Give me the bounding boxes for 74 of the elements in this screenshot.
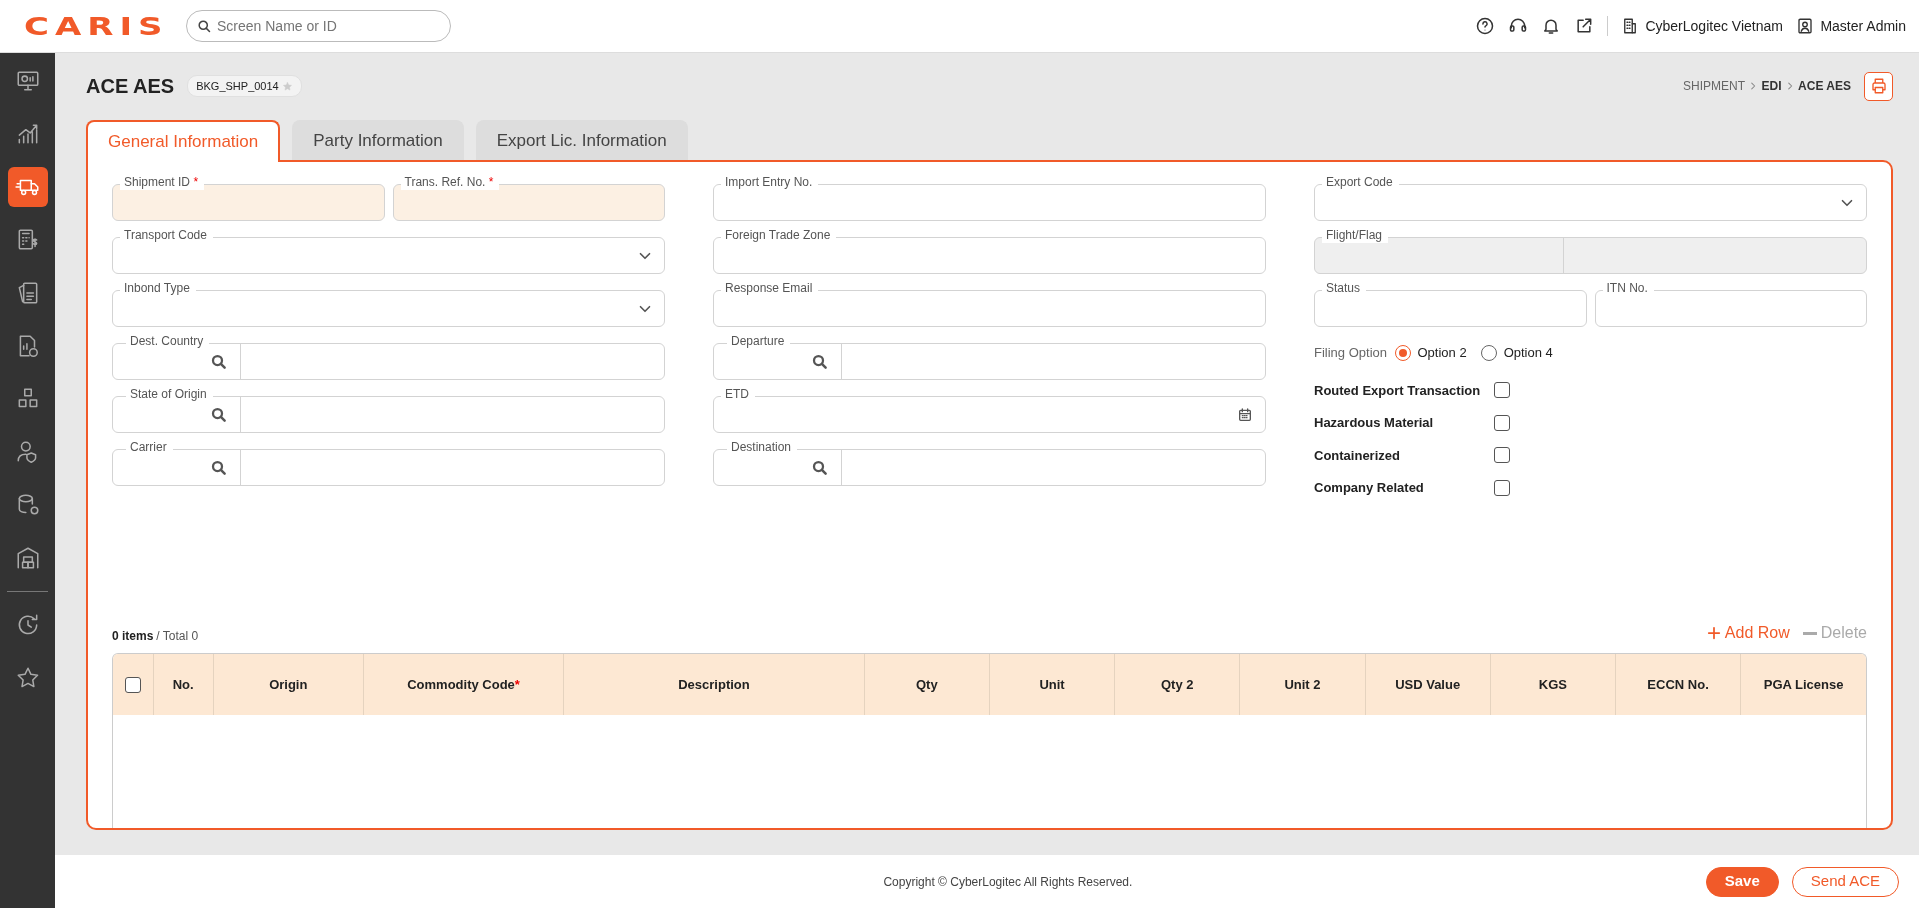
checkbox-label: Routed Export Transaction — [1314, 381, 1482, 400]
star-icon[interactable] — [282, 80, 293, 92]
field-label: Departure — [727, 333, 791, 349]
search-icon[interactable] — [210, 352, 228, 371]
page-title: ACE AES — [86, 74, 175, 99]
user-name: Master Admin — [1820, 16, 1906, 36]
printer-icon — [1869, 77, 1888, 95]
radio-option[interactable]: Option 2 — [1395, 343, 1467, 363]
field-label: Response Email — [721, 280, 819, 296]
column-header[interactable]: USD Value — [1395, 676, 1461, 692]
select-all-checkbox[interactable] — [124, 677, 141, 694]
checkbox[interactable] — [1494, 414, 1510, 431]
field-label: State of Origin — [126, 386, 213, 402]
company-selector[interactable]: CyberLogitec Vietnam — [1620, 15, 1783, 37]
checkbox[interactable] — [1494, 447, 1510, 464]
radio-option[interactable]: Option 4 — [1481, 343, 1553, 363]
checkbox-label: Containerized — [1314, 446, 1401, 465]
input-field[interactable] — [1314, 290, 1587, 327]
item-count: 0 items — [112, 628, 154, 645]
input-field[interactable] — [392, 184, 665, 221]
filing-option-label: Filing Option — [1314, 344, 1387, 362]
column-header[interactable]: Origin — [269, 676, 308, 692]
field-label: Flight/Flag — [1322, 227, 1389, 243]
breadcrumb-item[interactable]: EDI — [1761, 77, 1782, 95]
checkbox[interactable] — [1494, 479, 1510, 496]
user-icon — [1795, 17, 1814, 35]
checkbox-label: Hazardous Material — [1314, 414, 1435, 432]
calendar-icon[interactable] — [1237, 406, 1253, 423]
field-label: Export Code — [1322, 174, 1399, 190]
column-header[interactable]: No. — [172, 676, 194, 692]
column-header[interactable]: KGS — [1538, 676, 1567, 692]
delete-button: Delete — [1802, 621, 1867, 645]
column-header[interactable]: Qty — [916, 676, 938, 692]
input-field[interactable] — [1594, 290, 1867, 327]
search-icon[interactable] — [197, 19, 212, 34]
minus-icon — [1802, 631, 1817, 635]
field-label: Dest. Country — [126, 333, 210, 349]
field-label: Inbond Type — [120, 280, 196, 296]
field-label: Import Entry No. — [721, 174, 819, 190]
plus-icon — [1706, 626, 1721, 640]
column-header[interactable]: Description — [678, 676, 750, 692]
breadcrumb-item[interactable]: SHIPMENT — [1683, 77, 1746, 95]
search-icon[interactable] — [210, 405, 228, 424]
input-field[interactable] — [713, 396, 1266, 433]
copyright-text: Copyright © CyberLogitec All Rights Reserved. — [882, 873, 1133, 891]
column-header[interactable]: Commodity Code* — [407, 676, 520, 692]
field-label: Foreign Trade Zone — [721, 227, 837, 243]
input-field[interactable] — [713, 449, 1266, 486]
checkbox-label: Company Related — [1314, 479, 1425, 497]
search-icon[interactable] — [210, 458, 228, 477]
search-field[interactable]: Screen Name or ID — [186, 10, 451, 42]
tab[interactable]: Export Lic. Information — [475, 120, 688, 160]
field-label: Trans. Ref. No. * — [400, 174, 500, 190]
company-name: CyberLogitec Vietnam — [1645, 16, 1783, 36]
input-field[interactable] — [112, 449, 665, 486]
column-header[interactable]: Unit 2 — [1284, 676, 1321, 692]
column-header[interactable]: ECCN No. — [1647, 676, 1709, 692]
user-menu[interactable]: Master Admin — [1795, 15, 1906, 37]
column-header[interactable]: Qty 2 — [1161, 676, 1194, 692]
column-header[interactable]: Unit — [1039, 676, 1065, 692]
breadcrumb-item: ACE AES — [1798, 78, 1851, 95]
warehouse-icon — [14, 545, 41, 571]
tab[interactable]: Party Information — [292, 120, 464, 160]
sidebar-item[interactable] — [7, 167, 48, 207]
search-icon[interactable] — [811, 352, 829, 371]
search-icon[interactable] — [811, 458, 829, 477]
checkbox[interactable] — [1494, 382, 1510, 399]
column-header[interactable]: PGA License — [1763, 676, 1844, 692]
field-label: Shipment ID * — [120, 174, 205, 190]
print-button[interactable] — [1864, 71, 1893, 101]
help-icon[interactable] — [1474, 16, 1495, 36]
field-label: Transport Code — [120, 227, 213, 243]
screen-id: BKG_SHP_0014 — [196, 78, 279, 94]
total-count: / Total 0 — [156, 628, 199, 645]
